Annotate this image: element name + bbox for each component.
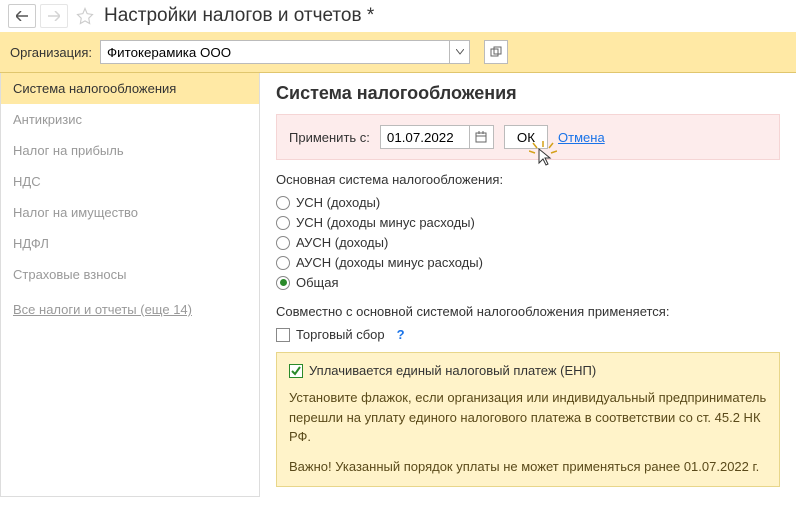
radio-usn-income-expense[interactable]: УСН (доходы минус расходы) xyxy=(276,215,780,230)
cancel-link[interactable]: Отмена xyxy=(558,130,605,145)
enp-info-box: Уплачивается единый налоговый платеж (ЕН… xyxy=(276,352,780,487)
calendar-button[interactable] xyxy=(470,125,494,149)
radio-icon xyxy=(276,196,290,210)
radio-ausn-income[interactable]: АУСН (доходы) xyxy=(276,235,780,250)
trade-fee-checkbox-row[interactable]: Торговый сбор ? xyxy=(276,327,780,342)
organization-select xyxy=(100,40,470,64)
apply-date-input[interactable] xyxy=(380,125,470,149)
sidebar: Система налогообложения Антикризис Налог… xyxy=(0,73,260,497)
system-label: Основная система налогообложения: xyxy=(276,172,780,187)
enp-label: Уплачивается единый налоговый платеж (ЕН… xyxy=(309,363,596,378)
radio-icon xyxy=(276,276,290,290)
radio-icon xyxy=(276,236,290,250)
sidebar-item-profit-tax[interactable]: Налог на прибыль xyxy=(1,135,259,166)
tax-system-radio-group: УСН (доходы) УСН (доходы минус расходы) … xyxy=(276,195,780,290)
enp-help-text-2: Важно! Указанный порядок уплаты не может… xyxy=(289,457,767,477)
radio-label: УСН (доходы минус расходы) xyxy=(296,215,475,230)
radio-icon xyxy=(276,256,290,270)
organization-label: Организация: xyxy=(10,45,92,60)
organization-dropdown-button[interactable] xyxy=(450,40,470,64)
checkbox-icon xyxy=(276,328,290,342)
organization-bar: Организация: xyxy=(0,32,796,73)
checkbox-icon xyxy=(289,364,303,378)
sidebar-item-property-tax[interactable]: Налог на имущество xyxy=(1,197,259,228)
page-title: Настройки налогов и отчетов * xyxy=(104,5,374,27)
main-panel: Система налогообложения Применить с: ОК … xyxy=(260,73,796,497)
help-icon[interactable]: ? xyxy=(397,327,405,342)
radio-icon xyxy=(276,216,290,230)
section-title: Система налогообложения xyxy=(276,83,780,104)
organization-input[interactable] xyxy=(100,40,450,64)
organization-open-button[interactable] xyxy=(484,40,508,64)
radio-label: АУСН (доходы минус расходы) xyxy=(296,255,483,270)
sidebar-item-tax-system[interactable]: Система налогообложения xyxy=(1,73,259,104)
sidebar-item-vat[interactable]: НДС xyxy=(1,166,259,197)
radio-label: Общая xyxy=(296,275,339,290)
radio-general[interactable]: Общая xyxy=(276,275,780,290)
sidebar-all-taxes-link[interactable]: Все налоги и отчеты (еще 14) xyxy=(1,290,259,325)
favorite-icon[interactable] xyxy=(76,7,94,25)
combined-label: Совместно с основной системой налогообло… xyxy=(276,304,780,319)
sidebar-item-ndfl[interactable]: НДФЛ xyxy=(1,228,259,259)
radio-label: УСН (доходы) xyxy=(296,195,380,210)
sidebar-item-anticrisis[interactable]: Антикризис xyxy=(1,104,259,135)
sidebar-item-insurance[interactable]: Страховые взносы xyxy=(1,259,259,290)
apply-label: Применить с: xyxy=(289,130,370,145)
ok-button[interactable]: ОК xyxy=(504,125,548,149)
back-button[interactable] xyxy=(8,4,36,28)
radio-usn-income[interactable]: УСН (доходы) xyxy=(276,195,780,210)
apply-bar: Применить с: ОК Отмена xyxy=(276,114,780,160)
forward-button[interactable] xyxy=(40,4,68,28)
enp-help-text-1: Установите флажок, если организация или … xyxy=(289,388,767,447)
radio-label: АУСН (доходы) xyxy=(296,235,388,250)
toolbar: Настройки налогов и отчетов * xyxy=(0,0,796,32)
radio-ausn-income-expense[interactable]: АУСН (доходы минус расходы) xyxy=(276,255,780,270)
trade-fee-label: Торговый сбор xyxy=(296,327,385,342)
enp-checkbox-row[interactable]: Уплачивается единый налоговый платеж (ЕН… xyxy=(289,363,767,378)
